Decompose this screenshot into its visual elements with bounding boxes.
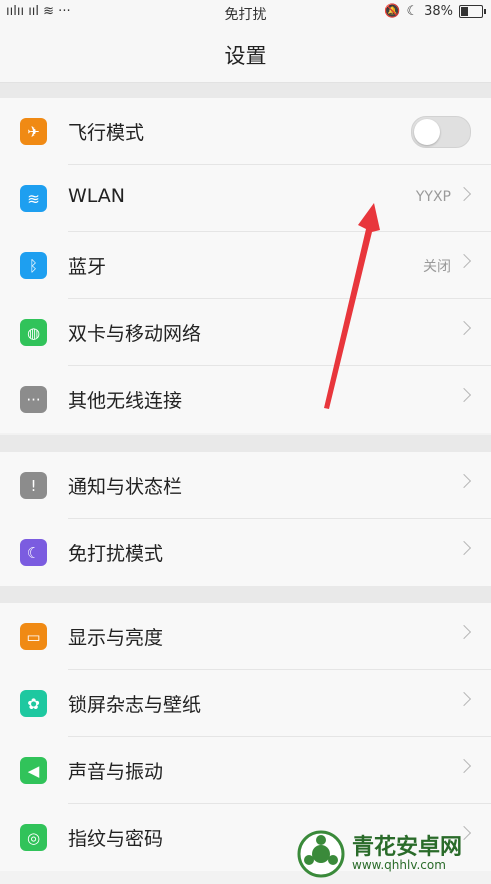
watermark-name: 青花安卓网: [352, 835, 463, 861]
watermark-url: www.qhhlv.com: [352, 858, 446, 873]
watermark: 青花安卓网 www.qhhlv.com: [296, 824, 491, 884]
annotation-arrow: [324, 203, 380, 409]
watermark-logo: [297, 830, 345, 878]
